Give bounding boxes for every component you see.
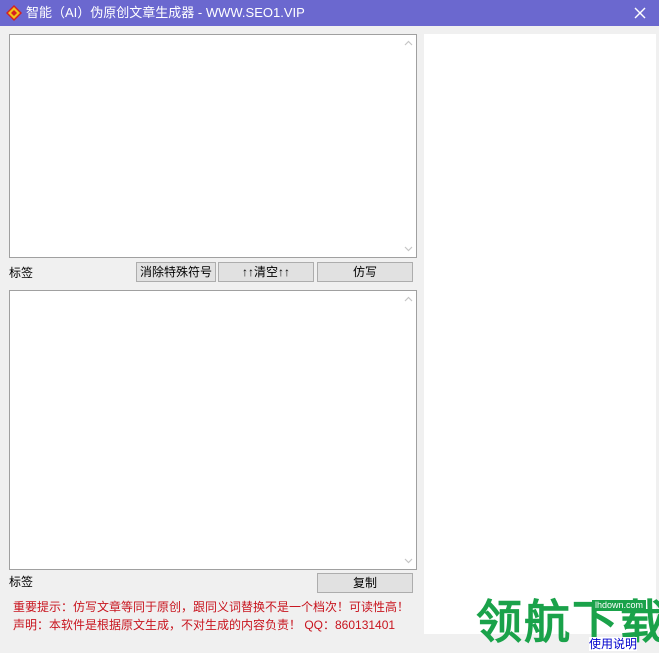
window-title: 智能（AI）伪原创文章生成器 - WWW.SEO1.VIP: [26, 5, 305, 20]
remove-special-symbols-button[interactable]: 消除特殊符号: [136, 262, 216, 282]
scroll-down-arrow-icon[interactable]: [404, 244, 413, 253]
source-text-area[interactable]: [9, 34, 417, 258]
right-panel: [424, 34, 656, 634]
close-icon[interactable]: [631, 4, 649, 22]
output-text-area[interactable]: [9, 290, 417, 570]
disclaimer-text: 声明：本软件是根据原文生成，不对生成的内容负责！ QQ：860131401: [13, 618, 396, 632]
bottom-tag-label: 标签: [9, 575, 34, 589]
scroll-down-arrow-icon[interactable]: [404, 556, 413, 565]
important-tip-text: 重要提示：仿写文章等同于原创，跟同义词替换不是一个档次！可读性高！: [13, 600, 410, 614]
top-tag-label: 标签: [9, 266, 34, 280]
output-scrollbar[interactable]: [401, 291, 416, 569]
clear-button[interactable]: ↑↑清空↑↑: [218, 262, 314, 282]
source-scrollbar[interactable]: [401, 35, 416, 257]
scroll-up-arrow-icon[interactable]: [404, 295, 413, 304]
rewrite-button[interactable]: 仿写: [317, 262, 413, 282]
title-bar: 智能（AI）伪原创文章生成器 - WWW.SEO1.VIP: [0, 0, 659, 26]
watermark-domain: lhdown.com: [592, 600, 647, 611]
scroll-up-arrow-icon[interactable]: [404, 39, 413, 48]
help-link[interactable]: 使用说明: [589, 637, 638, 651]
copy-button[interactable]: 复制: [317, 573, 413, 593]
app-diamond-icon: [6, 5, 22, 21]
